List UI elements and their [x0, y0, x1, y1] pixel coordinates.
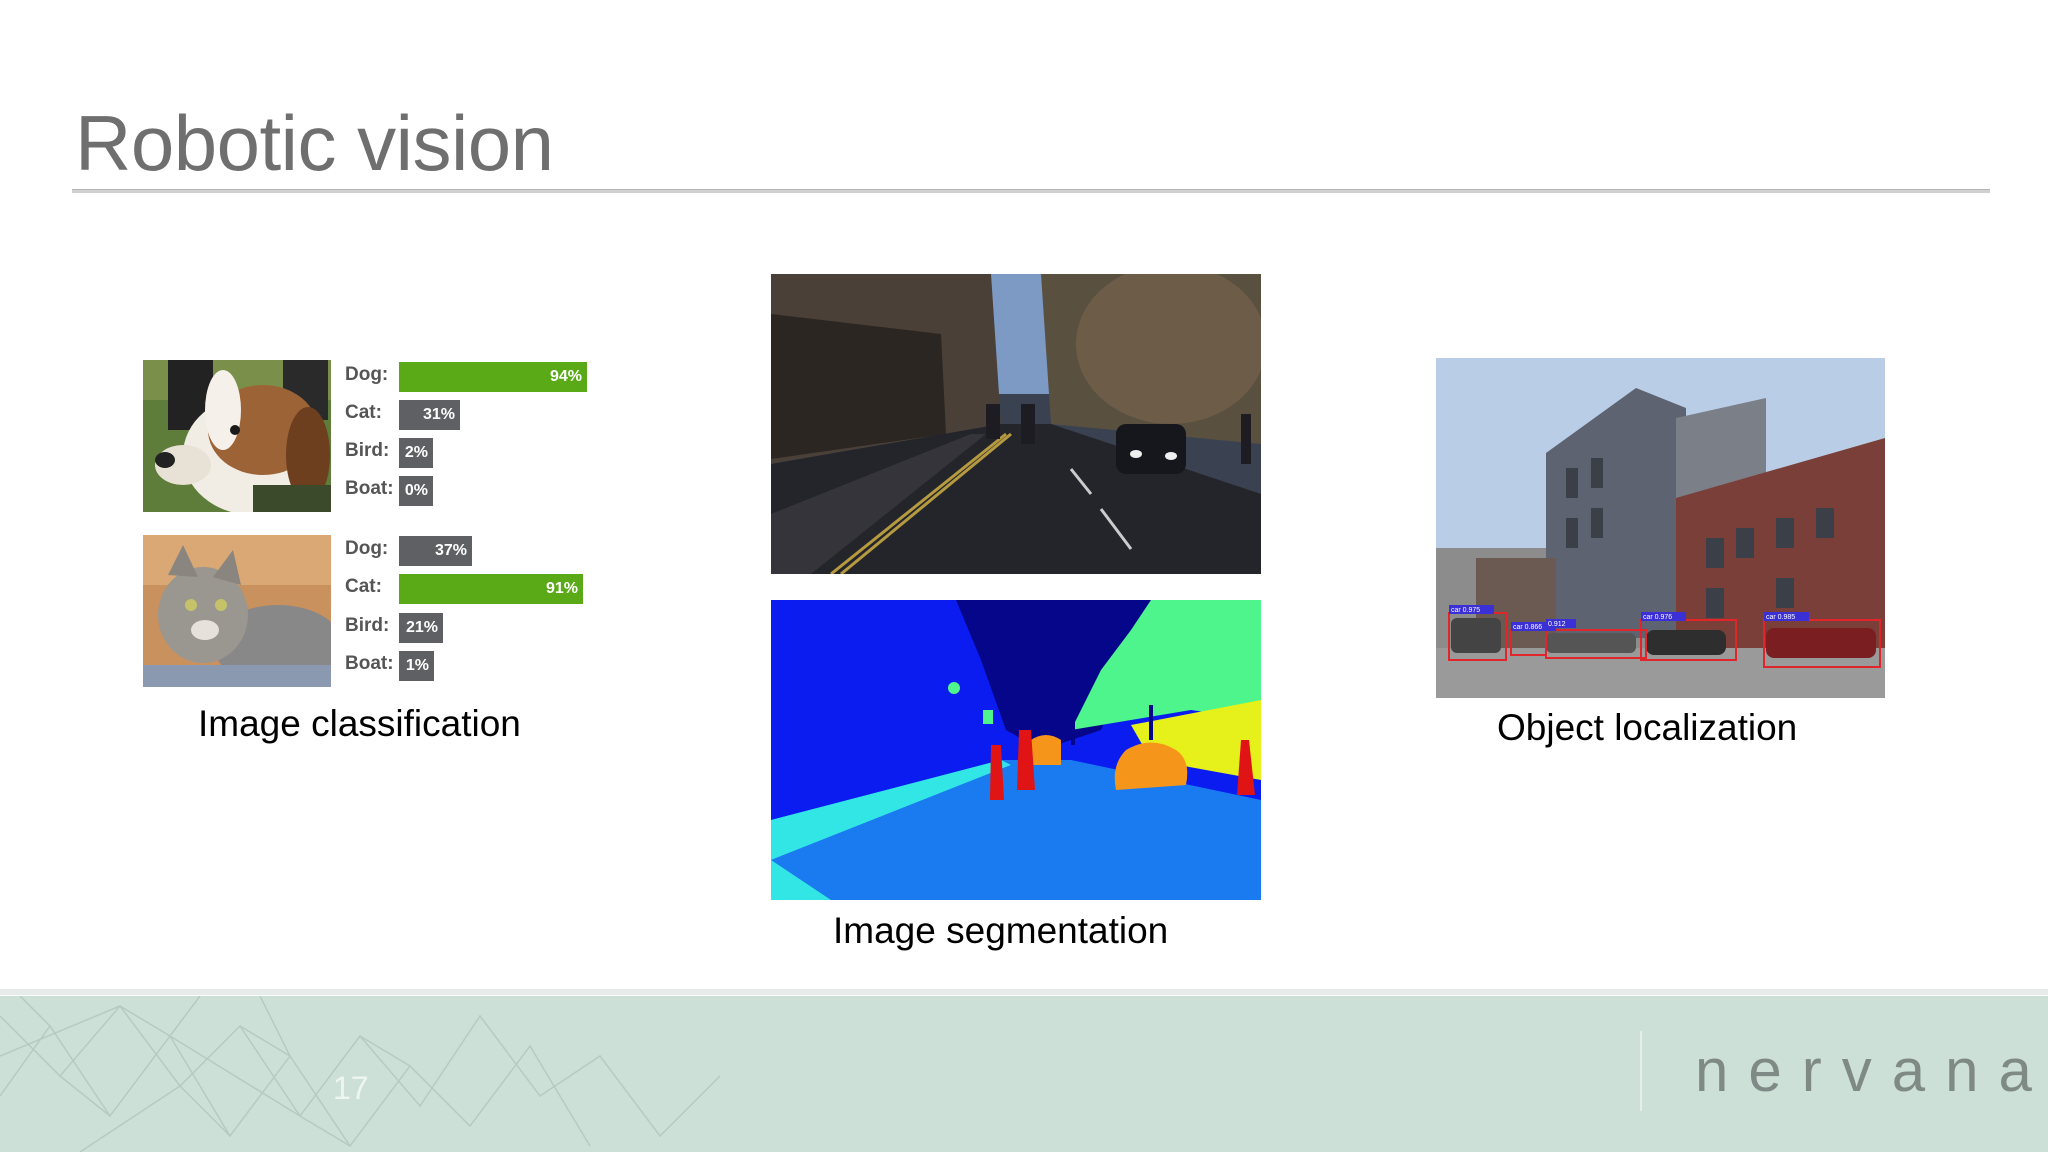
- score-label: Cat:: [345, 402, 382, 423]
- detection-label: car 0.976: [1643, 614, 1672, 621]
- score-bar: 31%: [399, 400, 460, 430]
- score-bar: 94%: [399, 362, 587, 392]
- score-label: Bird:: [345, 615, 390, 636]
- detection-label: car 0.985: [1766, 614, 1795, 621]
- detection-label: 0.912: [1548, 621, 1566, 628]
- segmentation-map: [771, 600, 1261, 900]
- mesh-pattern-icon: [0, 996, 721, 1152]
- classification-panel: Dog: 94% Cat: 31% Bird: 2% Boat: 0% Dog:…: [140, 355, 595, 695]
- score-bar: 37%: [399, 536, 472, 566]
- slide-title: Robotic vision: [75, 99, 554, 187]
- score-bar: 21%: [399, 613, 443, 643]
- score-label: Boat:: [345, 653, 394, 674]
- score-label: Boat:: [345, 478, 394, 499]
- dog-photo: [143, 360, 331, 512]
- detection-label: car 0.866: [1513, 624, 1542, 631]
- segmentation-caption: Image segmentation: [833, 910, 1169, 951]
- cat-photo: [143, 535, 331, 687]
- classification-caption: Image classification: [198, 703, 521, 744]
- score-label: Bird:: [345, 440, 390, 461]
- brand-divider: [1640, 1031, 1642, 1111]
- score-label: Cat:: [345, 576, 382, 597]
- score-bar: 91%: [399, 574, 583, 604]
- score-bar: 0%: [399, 476, 433, 506]
- localization-photo: car 0.975 car 0.866 0.912 car 0.976 car …: [1436, 358, 1885, 698]
- page-number: 17: [333, 1070, 369, 1106]
- localization-caption: Object localization: [1497, 707, 1798, 748]
- score-label: Dog:: [345, 538, 389, 559]
- detection-label: car 0.975: [1451, 607, 1480, 614]
- score-bar: 2%: [399, 438, 433, 468]
- score-label: Dog:: [345, 364, 389, 385]
- street-photo: [771, 274, 1261, 574]
- score-bar: 1%: [399, 651, 434, 681]
- footer-divider: [0, 989, 2048, 995]
- title-underline: [72, 189, 1990, 193]
- brand-logo: nervana: [1695, 1037, 2048, 1104]
